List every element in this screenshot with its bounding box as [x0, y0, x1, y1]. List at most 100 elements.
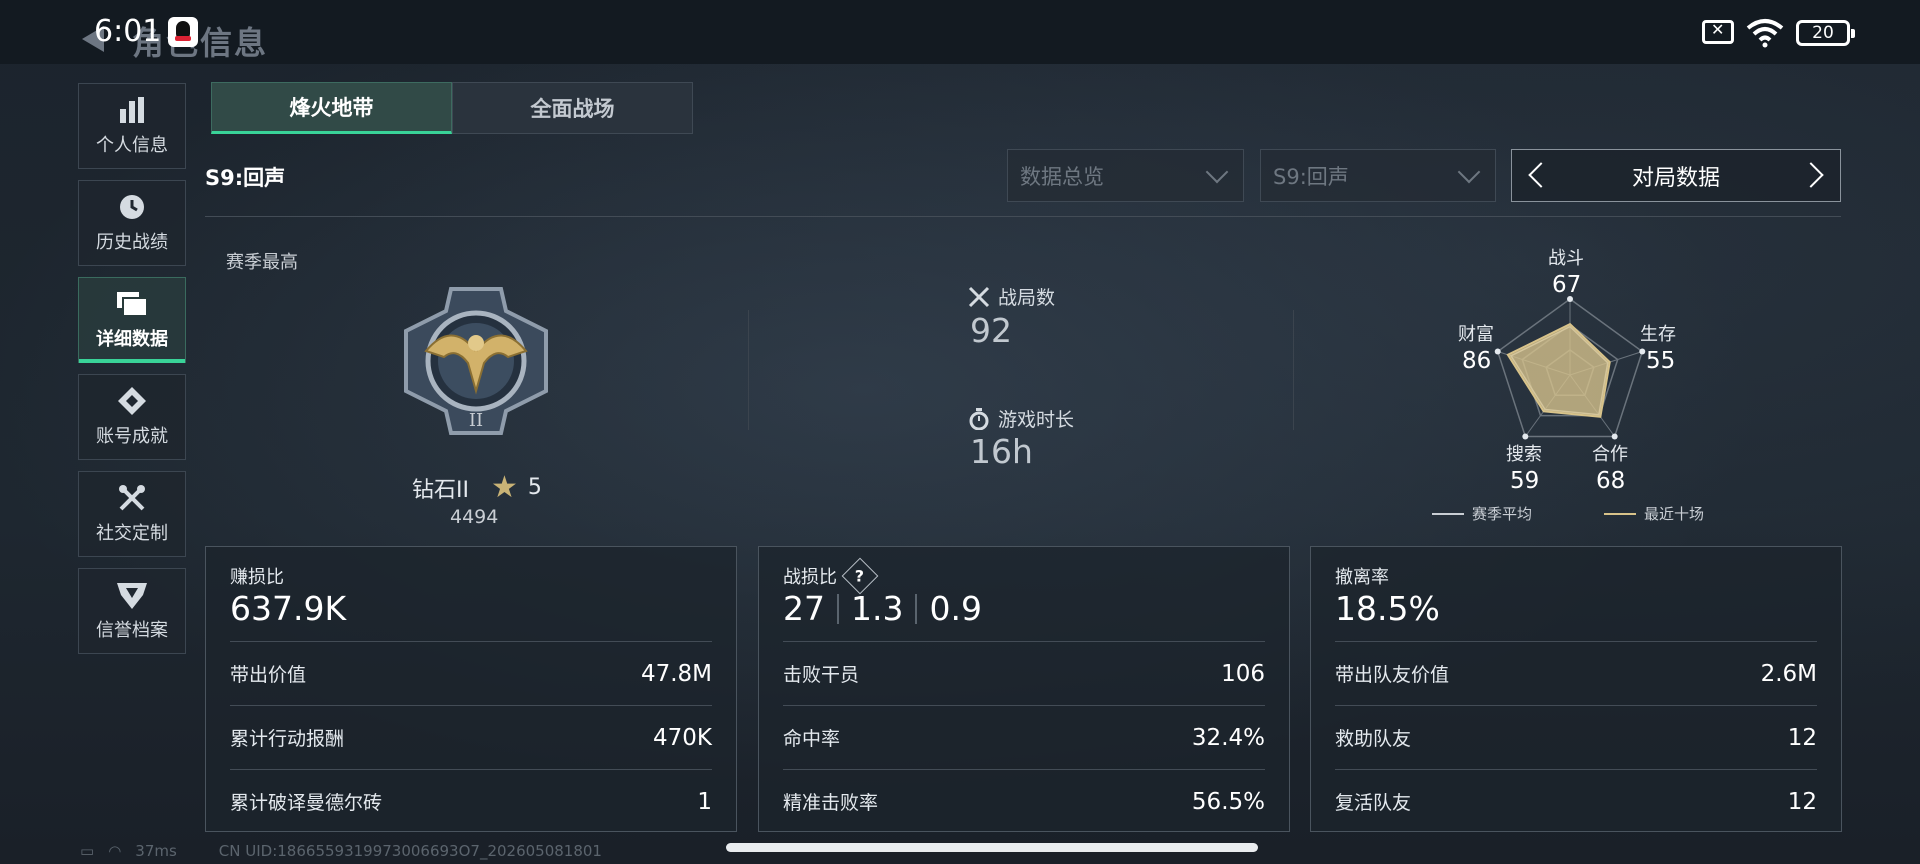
radar-label-wealth: 财富: [1458, 324, 1494, 345]
sidebar-item-personal-info[interactable]: 个人信息: [78, 83, 186, 169]
radar-label-cooperation: 合作: [1592, 444, 1628, 465]
rank-score: 4494: [450, 506, 499, 528]
row-label: 累计行动报酬: [230, 728, 345, 750]
radar-value-combat: 67: [1552, 272, 1582, 298]
playtime-label-row: 游戏时长: [968, 405, 1074, 432]
match-data-switcher: 对局数据: [1511, 149, 1841, 202]
table-row: 累计行动报酬 470K: [230, 705, 712, 769]
clock-icon: [115, 192, 149, 222]
battery-icon: 20: [1796, 20, 1855, 46]
separator: [837, 593, 839, 624]
home-indicator[interactable]: [726, 843, 1258, 852]
chevron-right-icon[interactable]: [1798, 162, 1824, 188]
table-row: 带出价值 47.8M: [230, 641, 712, 705]
stopwatch-icon: [969, 407, 989, 430]
row-value: 2.6M: [1760, 660, 1817, 687]
radar-axis-dot: [1639, 348, 1646, 355]
card-title: 撤离率: [1335, 563, 1389, 589]
data-type-select-value: 数据总览: [1020, 164, 1104, 189]
sidebar-item-label: 社交定制: [96, 523, 168, 544]
row-value: 12: [1787, 788, 1817, 815]
extraction-rate-card: 撤离率 18.5% 带出队友价值 2.6M 救助队友 12 复活队友 12: [1310, 546, 1842, 832]
card-big-value: 637.9K: [230, 589, 347, 628]
row-value: 56.5%: [1191, 788, 1265, 815]
sidebar-item-credit[interactable]: 信誉档案: [78, 568, 186, 654]
matches-value: 92: [970, 311, 1012, 350]
credit-icon: [115, 580, 149, 610]
star-icon: ★: [490, 470, 518, 505]
chevron-down-icon: [1205, 160, 1229, 184]
mode-tabs: 烽火地带 全面战场: [211, 82, 693, 134]
no-sim-icon: [1702, 20, 1734, 44]
season-best-label: 赛季最高: [226, 252, 298, 273]
top-bar: 角色信息 6:01 20: [0, 0, 1920, 64]
row-value: 1: [697, 788, 712, 815]
sidebar-item-label: 历史战绩: [96, 232, 168, 253]
radar-value-wealth: 86: [1462, 348, 1492, 374]
radar-value-search: 59: [1510, 468, 1540, 494]
card-big-value: 27 1.3 0.9: [783, 589, 982, 628]
rank-row: 钻石II ★ 5: [412, 470, 542, 505]
season-title: S9:回声: [205, 166, 286, 190]
svg-text:II: II: [469, 410, 483, 431]
signal-icon: ◠: [108, 842, 122, 860]
matches-label-row: 战局数: [968, 283, 1055, 310]
row-label: 击败干员: [783, 664, 860, 686]
radar-series-recent: [1506, 322, 1611, 418]
rank-name: 钻石II: [412, 477, 469, 503]
status-time: 6:01: [94, 14, 162, 49]
divider: [205, 216, 1841, 217]
divider: [748, 310, 749, 430]
radar-value-survival: 55: [1646, 348, 1676, 374]
ping-value: 37ms: [135, 842, 177, 860]
kd-part: 27: [783, 589, 825, 628]
tab-fire-zone[interactable]: 烽火地带: [211, 82, 452, 134]
card-title-text: 撤离率: [1335, 567, 1389, 588]
row-label: 累计破译曼德尔砖: [230, 792, 383, 814]
matches-label: 战局数: [998, 287, 1056, 309]
chevron-left-icon[interactable]: [1528, 162, 1554, 188]
switcher-label: 对局数据: [1631, 165, 1720, 191]
sidebar: 个人信息 历史战绩 详细数据 账号成就 社交定制 信誉档案: [78, 83, 188, 665]
sidebar-item-social[interactable]: 社交定制: [78, 471, 186, 557]
achievement-icon: [115, 386, 149, 416]
bottom-status: ▭ ◠ 37ms CN UID:1866559319973006693O7_20…: [80, 842, 602, 860]
data-type-select[interactable]: 数据总览: [1007, 149, 1244, 202]
uid-text: CN UID:1866559319973006693O7_20260508180…: [218, 842, 602, 860]
season-select-value: S9:回声: [1273, 164, 1349, 189]
legend-line: [1432, 512, 1464, 515]
separator: [915, 593, 918, 624]
season-select[interactable]: S9:回声: [1260, 149, 1496, 202]
battery-small-icon: ▭: [80, 842, 95, 860]
sidebar-item-history[interactable]: 历史战绩: [78, 180, 186, 266]
wifi-icon: [1746, 19, 1784, 48]
legend-recent: 最近十场: [1604, 503, 1704, 524]
sidebar-item-achievements[interactable]: 账号成就: [78, 374, 186, 460]
table-row: 精准击败率 56.5%: [783, 769, 1265, 833]
legend-line: [1604, 512, 1636, 515]
table-row: 击败干员 106: [783, 641, 1265, 705]
sidebar-item-label: 详细数据: [96, 329, 168, 350]
card-title-text: 赚损比: [230, 567, 284, 588]
table-row: 复活队友 12: [1335, 769, 1817, 833]
sidebar-item-detailed-data[interactable]: 详细数据: [78, 277, 186, 363]
table-row: 带出队友价值 2.6M: [1335, 641, 1817, 705]
rank-stars: 5: [527, 475, 542, 500]
sidebar-item-label: 信誉档案: [96, 620, 168, 641]
row-value: 106: [1221, 660, 1265, 687]
card-title-text: 战损比: [783, 567, 837, 588]
card-big-value: 18.5%: [1335, 589, 1440, 628]
qq-icon: [168, 17, 198, 47]
diamond-rank-badge-icon: II: [404, 287, 548, 435]
radar-axis-dot: [1522, 433, 1529, 440]
playtime-value: 16h: [970, 432, 1033, 471]
tab-full-battlefield[interactable]: 全面战场: [452, 82, 693, 134]
divider: [1293, 310, 1294, 430]
table-row: 命中率 32.4%: [783, 705, 1265, 769]
legend-label: 最近十场: [1644, 505, 1705, 523]
radar-label-combat: 战斗: [1548, 248, 1584, 269]
kd-ratio-card: 战损比 ? 27 1.3 0.9 击败干员 106 命中率 32.4% 精准击败率 5…: [758, 546, 1290, 832]
row-label: 救助队友: [1335, 728, 1412, 750]
row-value: 32.4%: [1191, 724, 1265, 751]
bar-chart-icon: [115, 95, 149, 125]
